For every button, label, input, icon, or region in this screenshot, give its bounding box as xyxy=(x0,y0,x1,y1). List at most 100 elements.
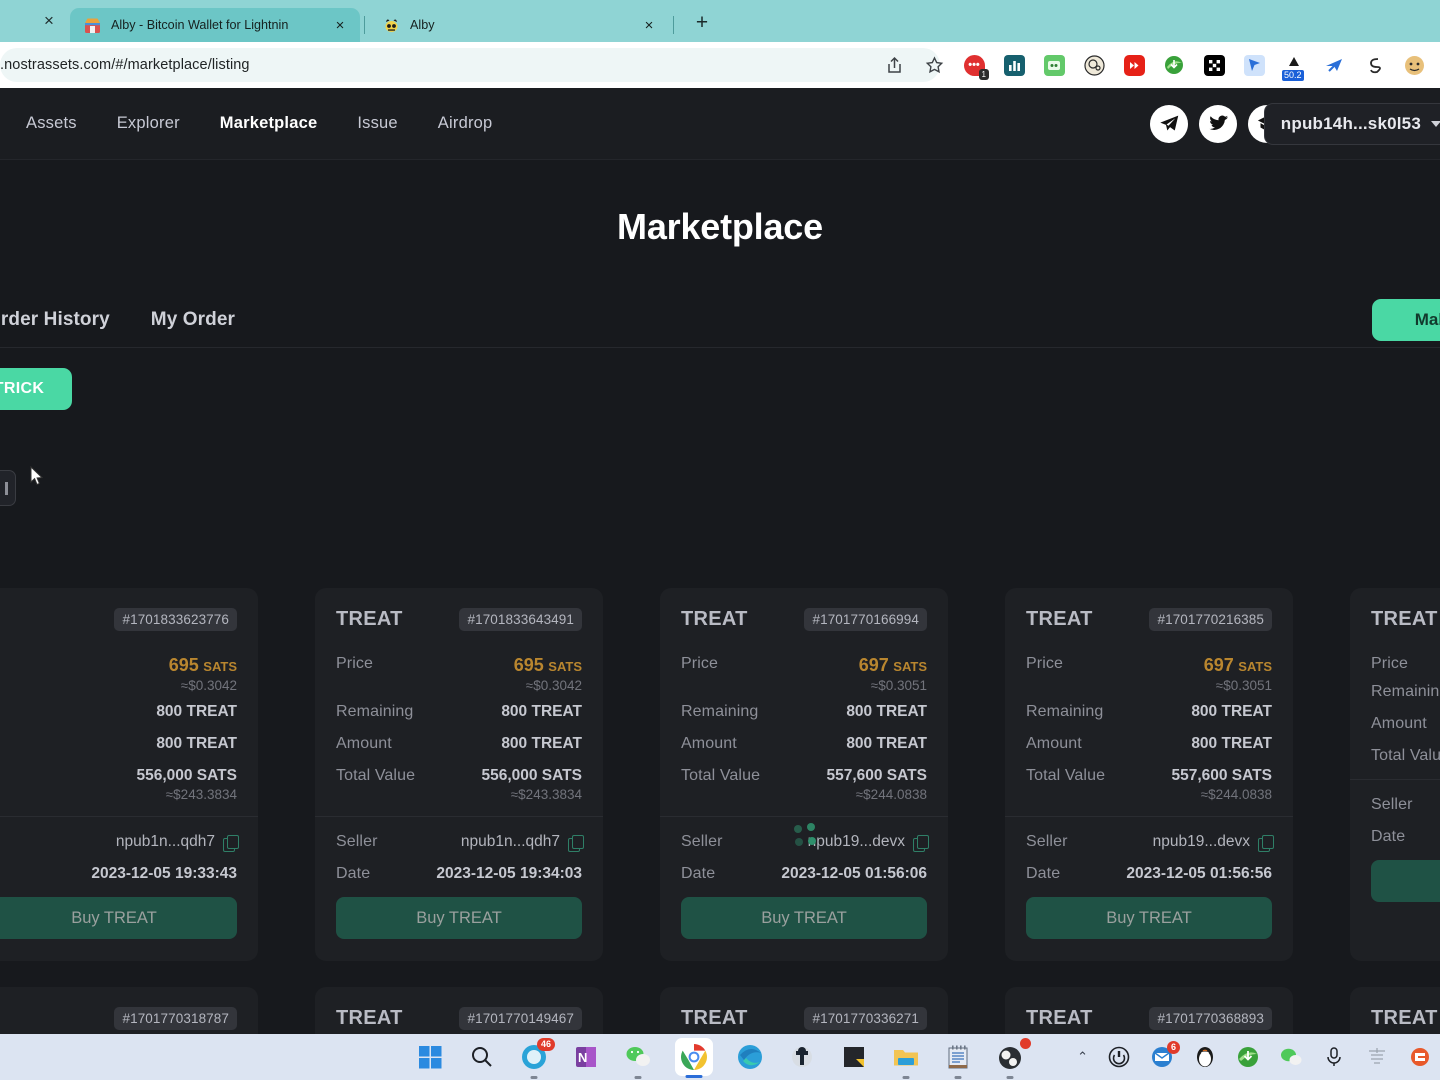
copy-icon[interactable] xyxy=(913,834,929,852)
wechat-tray-icon[interactable] xyxy=(1279,1045,1303,1069)
listing-card[interactable]: TREAT #17 Price Remaining Amount To xyxy=(1350,588,1440,961)
listing-label-remaining: Remaining xyxy=(681,703,759,720)
listing-row-date: Date 2023-12-05 19:34:03 xyxy=(336,865,582,883)
listing-symbol: TREAT xyxy=(1026,1007,1093,1029)
buy-button[interactable]: Buy TREAT xyxy=(1026,897,1272,939)
listing-card[interactable]: TREAT #17 Price xyxy=(1350,987,1440,1034)
notepad-icon[interactable] xyxy=(943,1042,973,1079)
listing-card[interactable]: TREAT #1701770368893 Price 697 SATS xyxy=(1005,987,1293,1034)
file-explorer-icon[interactable] xyxy=(891,1042,921,1079)
app-running-indicator xyxy=(1006,1076,1014,1079)
address-bar[interactable]: .nostrassets.com/#/marketplace/listing xyxy=(0,48,940,82)
extension-red-chat-icon[interactable]: ••• 1 xyxy=(954,45,994,85)
browser-tab-2[interactable]: Alby × xyxy=(369,8,669,42)
listing-label-date: Date xyxy=(336,865,371,882)
sort-dropdown-clipped[interactable] xyxy=(0,470,16,506)
extension-green-robot-icon[interactable] xyxy=(1034,45,1074,85)
idm-icon[interactable] xyxy=(1236,1045,1260,1069)
extension-youtube-icon[interactable] xyxy=(1114,45,1154,85)
extension-snake-icon[interactable] xyxy=(1354,45,1394,85)
obs-icon[interactable] xyxy=(995,1038,1031,1079)
account-dropdown[interactable]: npub14h...sk0l53 xyxy=(1263,102,1440,145)
listing-card[interactable]: TREAT #1701770166994 Price 697 SATS ≈$0.… xyxy=(660,588,948,961)
nav-item-assets[interactable]: Assets xyxy=(26,114,77,133)
extension-drive-icon[interactable]: 50.2 xyxy=(1274,45,1314,85)
bookmark-star-icon[interactable] xyxy=(914,45,954,85)
extension-tape-icon[interactable] xyxy=(1074,45,1114,85)
listing-row-price: Price 695 SATS ≈$0.3042 xyxy=(336,655,582,693)
primary-nav: Assets Explorer Marketplace Issue Airdro… xyxy=(26,114,492,133)
tab-order-history[interactable]: Order History xyxy=(0,309,110,331)
listing-value-date: 2023-12-05 01:56:56 xyxy=(1126,865,1272,882)
listing-card[interactable]: TREAT #1701833623776 Price 695 SATS ≈$0.… xyxy=(0,588,258,961)
browser-tab-1-title: Alby - Bitcoin Wallet for Lightnin xyxy=(111,18,289,32)
listing-symbol: TREAT xyxy=(1371,1007,1438,1029)
share-icon[interactable] xyxy=(874,45,914,85)
listing-label-amount: Amount xyxy=(1026,735,1082,752)
price-usd: ≈$0.3042 xyxy=(180,678,237,693)
buy-button[interactable]: Buy TREAT xyxy=(681,897,927,939)
sogou-icon[interactable] xyxy=(1408,1045,1432,1069)
address-bar-url: .nostrassets.com/#/marketplace/listing xyxy=(0,57,250,73)
browser-tab-2-close-icon[interactable]: × xyxy=(639,17,659,34)
twitter-icon[interactable] xyxy=(1199,104,1237,143)
skype-icon[interactable]: 46 xyxy=(519,1038,555,1079)
buy-button[interactable]: Buy TREAT xyxy=(0,897,237,939)
buy-button[interactable]: Buy TREA xyxy=(1371,860,1440,902)
extension-cursor-icon[interactable] xyxy=(1234,45,1274,85)
token-filter-trick[interactable]: TRICK xyxy=(0,368,72,410)
listing-card[interactable]: TREAT #1701770216385 Price 697 SATS ≈$0.… xyxy=(1005,588,1293,961)
copy-icon[interactable] xyxy=(1258,834,1274,852)
listing-label-total: Total Value xyxy=(681,767,761,784)
new-tab-button[interactable]: + xyxy=(688,10,716,38)
listing-value-amount: 800 TREAT xyxy=(846,735,927,752)
extension-idm-icon[interactable] xyxy=(1154,45,1194,85)
search-icon[interactable] xyxy=(467,1042,497,1072)
chevron-up-icon[interactable]: ⌃ xyxy=(1077,1049,1088,1065)
profile-avatar-icon[interactable] xyxy=(1394,45,1434,85)
extension-checker-icon[interactable] xyxy=(1194,45,1234,85)
browser-tab-1-close-icon[interactable]: × xyxy=(330,17,350,34)
listing-card[interactable]: TREAT #1701770318787 Price 697 SATS xyxy=(0,987,258,1034)
buy-button[interactable]: Buy TREAT xyxy=(336,897,582,939)
extension-blue-plane-icon[interactable] xyxy=(1314,45,1354,85)
listing-id-badge: #1701770166994 xyxy=(804,608,927,631)
nav-item-issue[interactable]: Issue xyxy=(357,114,397,133)
listing-symbol: TREAT xyxy=(336,1007,403,1029)
make-order-button[interactable]: Make xyxy=(1372,298,1440,341)
nav-item-marketplace[interactable]: Marketplace xyxy=(220,114,318,133)
listing-value-seller: npub1n...qdh7 xyxy=(460,833,560,850)
power-toys-icon[interactable] xyxy=(1107,1045,1131,1069)
qq-icon[interactable] xyxy=(1193,1045,1217,1069)
listing-row-date: Date 2023-12-05 19:33:43 xyxy=(0,865,237,883)
listing-row-date: Date 2023-12-05 01:56:06 xyxy=(681,865,927,883)
ime-icon[interactable] xyxy=(1365,1045,1389,1069)
tab-stub-close-icon[interactable]: × xyxy=(40,12,58,30)
app-running-indicator xyxy=(954,1076,962,1079)
onenote-icon[interactable]: N xyxy=(571,1042,601,1072)
tab-my-order[interactable]: My Order xyxy=(151,309,235,331)
wechat-icon[interactable] xyxy=(623,1042,653,1079)
listing-value-amount: 800 TREAT xyxy=(156,735,237,752)
listing-value-total: 557,600 SATS xyxy=(826,767,927,784)
listing-card[interactable]: TREAT #1701833643491 Price 695 SATS ≈$0.… xyxy=(315,588,603,961)
listing-row-amount: Amount 800 TREAT xyxy=(336,735,582,753)
microphone-icon[interactable] xyxy=(1322,1045,1346,1069)
sticky-notes-icon[interactable] xyxy=(839,1042,869,1072)
chrome-icon[interactable] xyxy=(675,1038,713,1078)
listing-row-remaining: Remaining xyxy=(1371,683,1440,701)
edge-icon[interactable] xyxy=(735,1042,765,1072)
nav-item-airdrop[interactable]: Airdrop xyxy=(438,114,493,133)
nav-item-explorer[interactable]: Explorer xyxy=(117,114,180,133)
browser-tab-1[interactable]: Alby - Bitcoin Wallet for Lightnin × xyxy=(70,8,360,42)
listing-card[interactable]: TREAT #1701770336271 Price 697 SATS xyxy=(660,987,948,1034)
listing-card[interactable]: TREAT #1701770149467 Price 697 SATS xyxy=(315,987,603,1034)
copy-icon[interactable] xyxy=(568,834,584,852)
telegram-icon[interactable] xyxy=(1150,104,1188,143)
copy-icon[interactable] xyxy=(223,834,239,852)
tixati-icon[interactable] xyxy=(787,1042,817,1072)
extension-teal-chart-icon[interactable] xyxy=(994,45,1034,85)
listing-value-total-usd: ≈$244.0838 xyxy=(855,787,927,802)
windows-start-icon[interactable] xyxy=(415,1042,445,1072)
qq-mail-icon[interactable]: 6 xyxy=(1150,1041,1180,1069)
